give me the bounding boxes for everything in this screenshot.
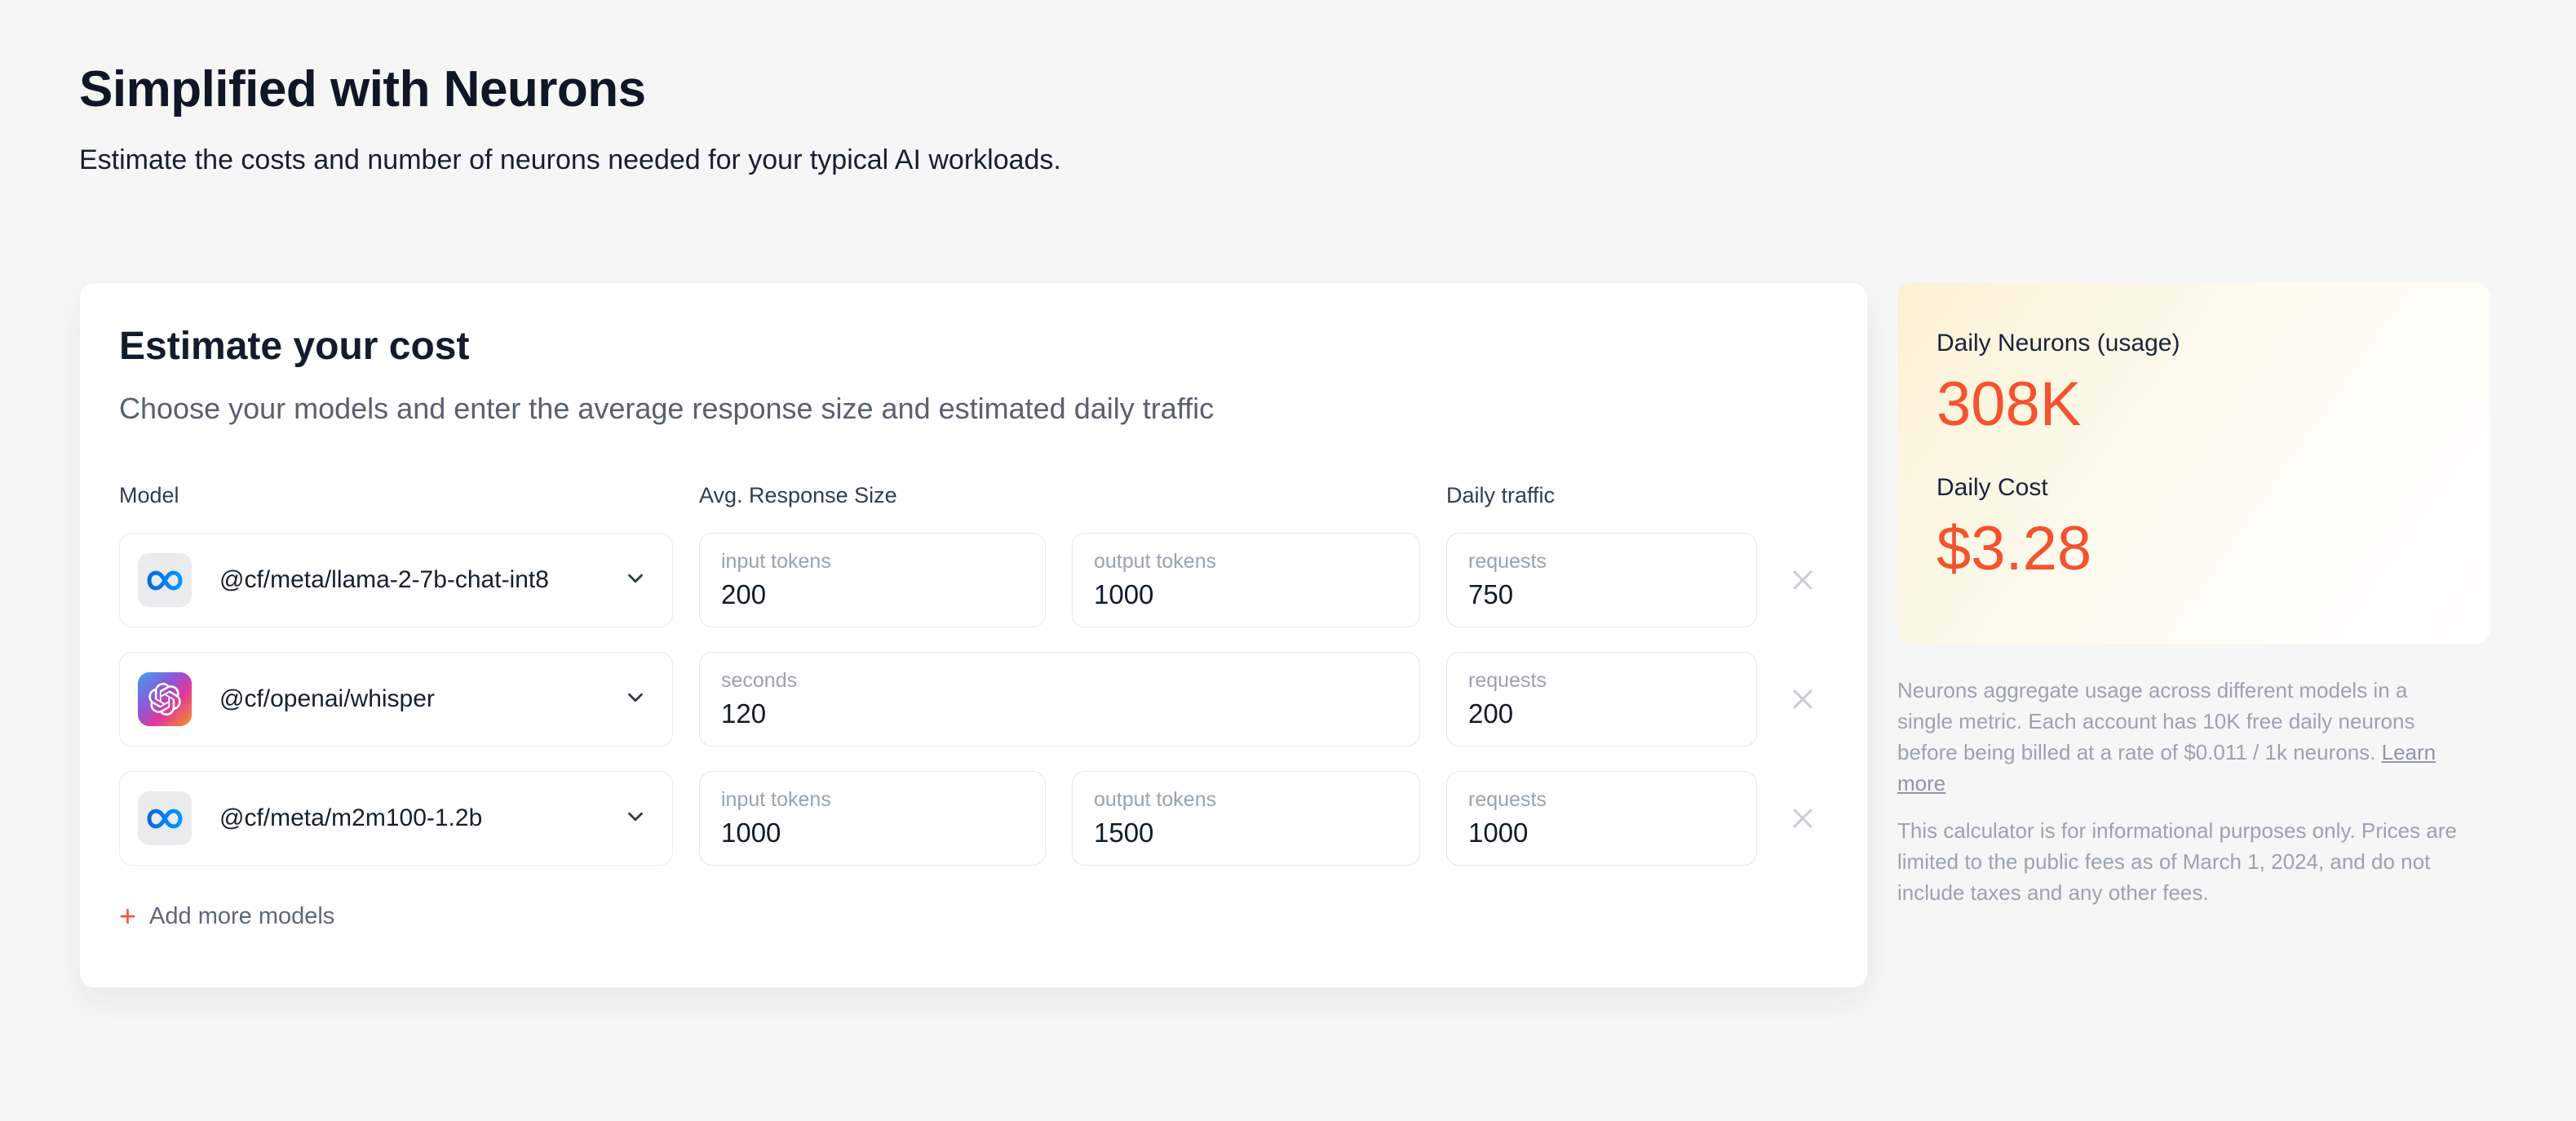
field-label: output tokens (1094, 788, 1217, 811)
output-tokens-field[interactable]: output tokens (1072, 771, 1420, 866)
estimator-title: Estimate your cost (119, 325, 470, 368)
requests-input[interactable] (1468, 579, 1735, 610)
seconds-input[interactable] (721, 698, 1398, 729)
requests-field[interactable]: requests (1446, 771, 1757, 866)
field-label: requests (1468, 669, 1547, 692)
daily-cost-value: $3.28 (1936, 514, 2092, 583)
model-row: @cf/openai/whisper seconds requests (119, 652, 1828, 747)
meta-icon (138, 553, 192, 607)
field-label: input tokens (721, 788, 831, 811)
disclaimer-notes: Neurons aggregate usage across different… (1897, 675, 2468, 908)
field-label: requests (1468, 788, 1547, 811)
close-icon (1793, 570, 1812, 590)
model-row: @cf/meta/m2m100-1.2b input tokens output… (119, 771, 1828, 866)
neurons-explainer-note: Neurons aggregate usage across different… (1897, 675, 2468, 799)
daily-neurons-value: 308K (1936, 370, 2082, 439)
daily-neurons-label: Daily Neurons (usage) (1936, 330, 2180, 357)
estimator-subtitle: Choose your models and enter the average… (119, 392, 1215, 425)
column-header-model: Model (119, 483, 179, 507)
remove-model-button[interactable] (1783, 560, 1822, 600)
column-header-traffic: Daily traffic (1446, 483, 1556, 507)
close-icon (1793, 689, 1812, 709)
neurons-pricing-page: Simplified with Neurons Estimate the cos… (0, 0, 2576, 988)
requests-input[interactable] (1468, 817, 1735, 849)
model-select[interactable]: @cf/openai/whisper (119, 652, 673, 747)
output-tokens-field[interactable]: output tokens (1072, 533, 1420, 627)
field-label: input tokens (721, 550, 831, 573)
page-subtitle: Estimate the costs and number of neurons… (79, 144, 1061, 175)
requests-input[interactable] (1468, 698, 1735, 729)
summary-column: Daily Neurons (usage) 308K Daily Cost $3… (1897, 282, 2490, 908)
output-tokens-input[interactable] (1094, 817, 1398, 849)
chevron-down-icon (623, 804, 648, 833)
model-select[interactable]: @cf/meta/m2m100-1.2b (119, 771, 673, 866)
input-tokens-input[interactable] (721, 579, 1024, 610)
field-label: requests (1468, 550, 1547, 573)
page-title: Simplified with Neurons (79, 61, 646, 117)
add-more-models-button[interactable]: + Add more models (119, 902, 334, 931)
daily-cost-label: Daily Cost (1936, 474, 2048, 501)
chevron-down-icon (623, 685, 648, 714)
content-area: Estimate your cost Choose your models an… (79, 282, 2576, 988)
input-tokens-field[interactable]: input tokens (699, 533, 1046, 627)
field-label: output tokens (1094, 550, 1217, 573)
neurons-explainer-text: Neurons aggregate usage across different… (1897, 678, 2415, 764)
meta-icon (138, 791, 192, 845)
close-icon (1793, 809, 1812, 828)
column-header-response: Avg. Response Size (699, 483, 897, 507)
plus-icon: + (119, 899, 137, 933)
input-tokens-input[interactable] (721, 817, 1024, 849)
requests-field[interactable]: requests (1446, 533, 1757, 627)
model-name: @cf/meta/llama-2-7b-chat-int8 (219, 566, 549, 593)
remove-model-button[interactable] (1783, 799, 1822, 838)
chevron-down-icon (623, 566, 648, 595)
field-label: seconds (721, 669, 798, 692)
model-row: @cf/meta/llama-2-7b-chat-int8 input toke… (119, 533, 1828, 627)
cost-estimator-card: Estimate your cost Choose your models an… (79, 282, 1868, 988)
seconds-field[interactable]: seconds (699, 652, 1420, 747)
requests-field[interactable]: requests (1446, 652, 1757, 747)
calculator-disclaimer-note: This calculator is for informational pur… (1897, 818, 2457, 905)
output-tokens-input[interactable] (1094, 579, 1398, 610)
input-tokens-field[interactable]: input tokens (699, 771, 1046, 866)
openai-icon (138, 672, 192, 726)
column-headers: Model Avg. Response Size Daily traffic (119, 483, 1828, 508)
model-name: @cf/openai/whisper (219, 685, 435, 712)
remove-model-button[interactable] (1783, 680, 1822, 719)
add-more-models-label: Add more models (149, 902, 335, 929)
model-select[interactable]: @cf/meta/llama-2-7b-chat-int8 (119, 533, 673, 627)
model-name: @cf/meta/m2m100-1.2b (219, 804, 483, 831)
daily-summary-card: Daily Neurons (usage) 308K Daily Cost $3… (1897, 282, 2490, 644)
